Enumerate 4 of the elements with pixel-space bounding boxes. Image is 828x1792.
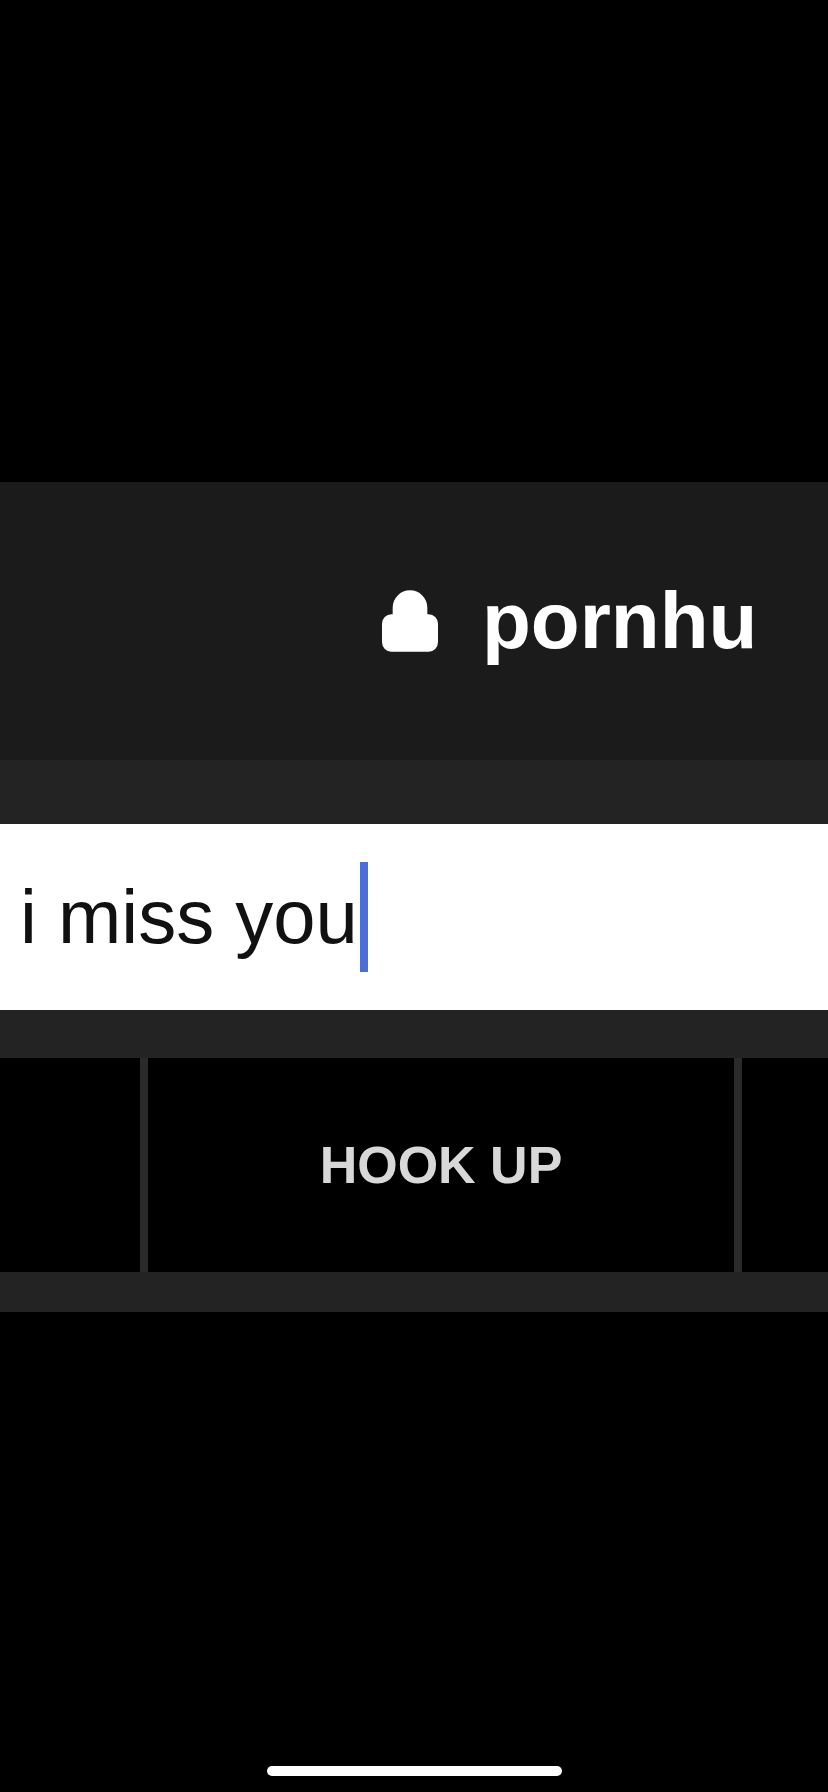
category-tab[interactable]: HOOK UP	[148, 1058, 734, 1272]
category-tab[interactable]	[0, 1058, 140, 1272]
address-bar[interactable]: pornhu	[0, 482, 828, 760]
search-field[interactable]: i miss you	[0, 824, 828, 1010]
